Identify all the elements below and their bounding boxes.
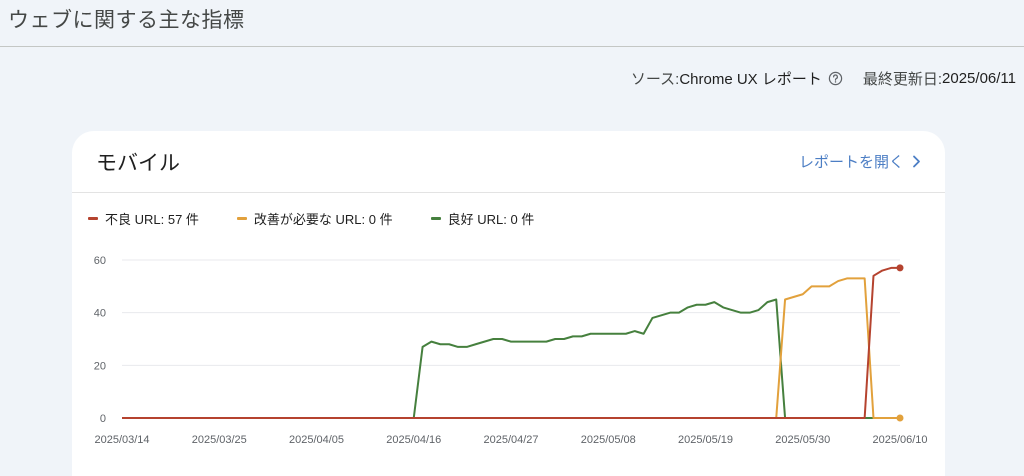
chevron-right-icon	[913, 155, 920, 168]
series-end-point	[896, 414, 904, 422]
legend-label-poor: 不良 URL: 57 件	[105, 212, 199, 227]
x-tick-label: 2025/04/05	[289, 434, 344, 446]
report-meta: ソース: Chrome UX レポート 最終更新日: 2025/06/11	[631, 68, 1016, 89]
page-header: ウェブに関する主な指標	[0, 0, 1024, 47]
legend-label-needs-improvement: 改善が必要な URL: 0 件	[253, 212, 393, 227]
updated-label: 最終更新日:	[862, 71, 943, 88]
y-tick-label: 0	[100, 413, 106, 425]
updated-value: 2025/06/11	[942, 70, 1016, 87]
legend-swatch-needs-improvement	[236, 217, 247, 220]
y-tick-label: 60	[94, 255, 106, 267]
x-tick-label: 2025/04/27	[483, 434, 538, 446]
source-label: ソース:	[630, 71, 680, 88]
x-tick-label: 2025/05/19	[678, 434, 733, 446]
source-value: Chrome UX レポート	[679, 71, 822, 88]
x-tick-label: 2025/05/30	[775, 434, 830, 446]
legend-item-poor[interactable]: 不良 URL: 57 件	[88, 209, 199, 228]
x-tick-label: 2025/05/08	[581, 434, 636, 446]
page-title: ウェブに関する主な指標	[8, 9, 245, 32]
x-tick-label: 2025/06/10	[872, 434, 927, 446]
card-title: モバイル	[96, 152, 180, 175]
series-end-point	[896, 264, 904, 272]
x-tick-label: 2025/04/16	[386, 434, 441, 446]
legend-item-needs-improvement[interactable]: 改善が必要な URL: 0 件	[236, 209, 393, 228]
y-tick-label: 20	[94, 360, 106, 372]
open-report-link[interactable]: レポートを開く	[799, 151, 921, 172]
y-tick-label: 40	[94, 308, 106, 320]
help-circle-icon[interactable]	[828, 71, 843, 86]
legend-swatch-good	[430, 217, 441, 220]
x-tick-label: 2025/03/25	[192, 434, 247, 446]
legend-swatch-poor	[88, 217, 98, 220]
mobile-card: モバイル レポートを開く 不良 URL: 57 件 改善が必要な URL: 0 …	[72, 131, 945, 476]
legend-label-good: 良好 URL: 0 件	[447, 212, 535, 227]
chart-legend: 不良 URL: 57 件 改善が必要な URL: 0 件 良好 URL: 0 件	[88, 209, 572, 228]
x-tick-label: 2025/03/14	[94, 434, 149, 446]
line-chart: 0 20 40 60 2025/03/14 2025/03/25 2025/04/05 202…	[94, 255, 928, 446]
legend-item-good[interactable]: 良好 URL: 0 件	[430, 209, 535, 228]
open-report-label: レポートを開く	[798, 154, 904, 171]
card-divider	[72, 192, 945, 193]
